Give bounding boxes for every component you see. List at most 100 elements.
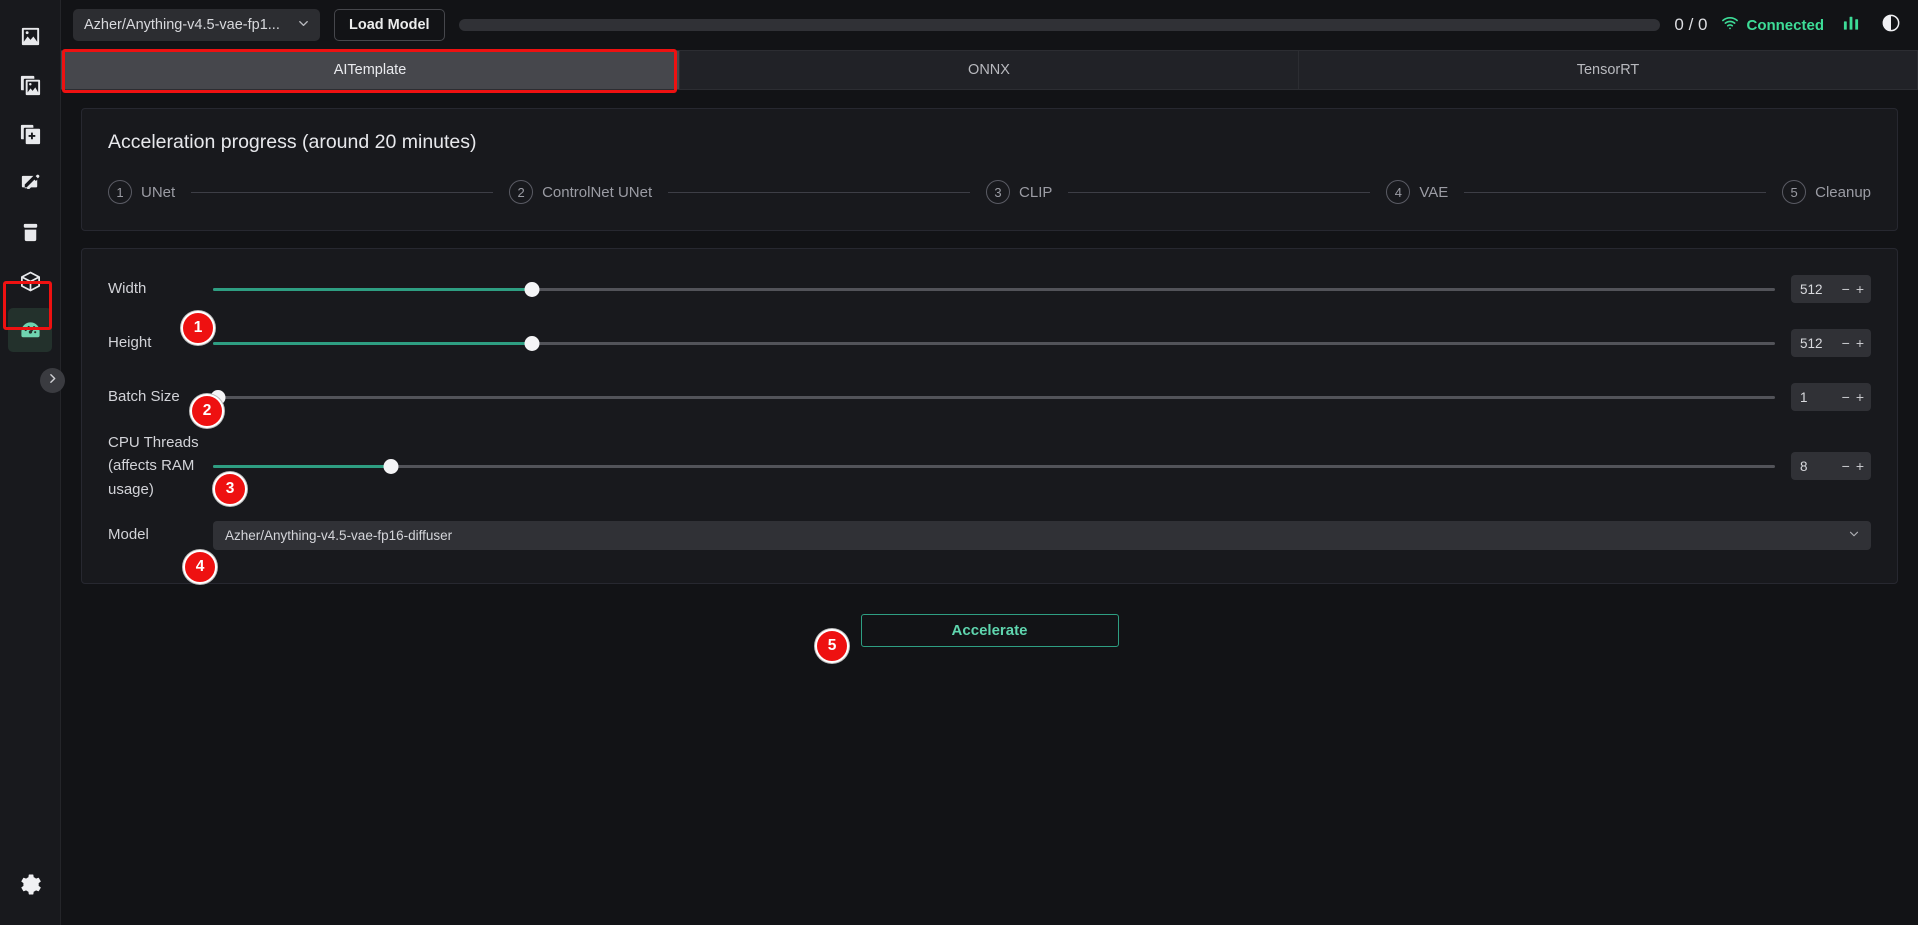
cpu-threads-steppers: − +	[1842, 458, 1864, 474]
step-label: UNet	[141, 183, 176, 201]
wifi-icon	[1721, 14, 1739, 36]
step-vae: 4 VAE	[1386, 180, 1448, 204]
tab-aitemplate[interactable]: AITemplate	[61, 51, 680, 89]
accelerate-button[interactable]: Accelerate	[860, 614, 1119, 647]
batch-size-label: Batch Size	[108, 388, 180, 406]
slider-fill	[213, 341, 532, 345]
slider-track	[213, 464, 1775, 468]
image-icon	[19, 25, 42, 48]
sidebar-item-models[interactable]	[8, 259, 52, 303]
sidebar-item-edit[interactable]	[8, 161, 52, 205]
step-connector	[191, 191, 494, 193]
step-number: 1	[108, 180, 132, 204]
progress-stepper: 1 UNet 2 ControlNet UNet 3 CLIP 4 VAE 5 …	[108, 180, 1871, 204]
step-label: ControlNet UNet	[542, 183, 653, 201]
row-width: Width 512 − +	[108, 273, 1871, 305]
sidebar-item-acceleration[interactable]	[8, 308, 52, 352]
contrast-icon	[1881, 13, 1901, 38]
cube-icon	[19, 270, 42, 293]
batch-size-decrement-button[interactable]: −	[1842, 389, 1850, 405]
height-slider[interactable]	[213, 333, 1775, 353]
width-numberbox[interactable]: 512 − +	[1791, 275, 1871, 303]
gallery-icon	[19, 74, 42, 97]
stats-button[interactable]	[1838, 12, 1864, 38]
step-unet: 1 UNet	[108, 180, 175, 204]
topbar: Azher/Anything-v4.5-vae-fp1... Load Mode…	[61, 0, 1918, 50]
connection-status-label: Connected	[1746, 16, 1824, 34]
row-batch-size: Batch Size 1 − +	[108, 381, 1871, 413]
accelerate-row: Accelerate	[81, 614, 1898, 647]
cpu-threads-decrement-button[interactable]: −	[1842, 458, 1850, 474]
step-connector	[668, 191, 971, 193]
model-dropdown[interactable]: Azher/Anything-v4.5-vae-fp16-diffuser	[213, 520, 1871, 550]
step-clip: 3 CLIP	[986, 180, 1052, 204]
tab-tensorrt[interactable]: TensorRT	[1299, 51, 1918, 89]
slider-fill	[213, 287, 532, 291]
width-increment-button[interactable]: +	[1856, 281, 1864, 297]
height-decrement-button[interactable]: −	[1842, 335, 1850, 351]
slider-thumb[interactable]	[524, 335, 540, 351]
progress-panel-title: Acceleration progress (around 20 minutes…	[108, 131, 477, 153]
step-label: Cleanup	[1815, 183, 1872, 201]
height-steppers: − +	[1842, 335, 1864, 351]
batch-size-increment-button[interactable]: +	[1856, 389, 1864, 405]
topbar-model-select[interactable]: Azher/Anything-v4.5-vae-fp1...	[73, 9, 320, 41]
cpu-threads-increment-button[interactable]: +	[1856, 458, 1864, 474]
slider-fill	[213, 464, 392, 468]
width-steppers: − +	[1842, 281, 1864, 297]
slider-track	[213, 395, 1775, 399]
topbar-model-value: Azher/Anything-v4.5-vae-fp1...	[84, 17, 280, 33]
step-connector	[1068, 191, 1371, 193]
step-number: 5	[1782, 180, 1807, 204]
step-connector	[1464, 191, 1767, 193]
global-progress-bar	[458, 19, 1661, 31]
cpu-threads-slider[interactable]	[213, 456, 1775, 476]
sidebar-collapse-toggle[interactable]	[40, 368, 65, 393]
gear-icon	[19, 873, 42, 896]
step-number: 3	[986, 180, 1011, 204]
height-increment-button[interactable]: +	[1856, 335, 1864, 351]
connection-status: Connected	[1721, 14, 1824, 36]
step-label: VAE	[1419, 183, 1449, 201]
sidebar-item-gallery[interactable]	[8, 63, 52, 107]
acceleration-progress-panel: Acceleration progress (around 20 minutes…	[81, 108, 1898, 231]
cpu-threads-numberbox[interactable]: 8 − +	[1791, 452, 1871, 480]
sidebar-item-archive[interactable]	[8, 210, 52, 254]
acceleration-settings-panel: Width 512 − + Height 512 − + Batch Size …	[81, 248, 1898, 584]
step-number: 4	[1386, 180, 1411, 204]
slider-thumb[interactable]	[524, 281, 540, 297]
step-controlnet-unet: 2 ControlNet UNet	[509, 180, 652, 204]
sidebar-item-settings[interactable]	[8, 862, 52, 906]
sidebar	[0, 0, 61, 925]
chevron-right-icon	[46, 372, 59, 390]
height-value: 512	[1800, 335, 1823, 351]
step-cleanup: 5 Cleanup	[1782, 180, 1871, 204]
slider-thumb[interactable]	[383, 458, 399, 474]
step-number: 2	[509, 180, 534, 204]
chevron-down-icon	[296, 16, 311, 35]
load-model-button[interactable]: Load Model	[334, 9, 445, 41]
cpu-threads-value: 8	[1800, 458, 1808, 474]
model-label: Model	[108, 526, 149, 544]
theme-toggle-button[interactable]	[1878, 12, 1904, 38]
main-area: Azher/Anything-v4.5-vae-fp1... Load Mode…	[61, 0, 1918, 925]
sidebar-item-image[interactable]	[8, 14, 52, 58]
step-label: CLIP	[1019, 183, 1053, 201]
model-dropdown-value: Azher/Anything-v4.5-vae-fp16-diffuser	[225, 527, 453, 543]
row-height: Height 512 − +	[108, 327, 1871, 359]
width-decrement-button[interactable]: −	[1842, 281, 1850, 297]
batch-size-steppers: − +	[1842, 389, 1864, 405]
acceleration-tabs: AITemplate ONNX TensorRT	[61, 49, 1918, 93]
batch-size-slider[interactable]	[210, 387, 1775, 407]
width-slider[interactable]	[213, 279, 1775, 299]
tab-onnx[interactable]: ONNX	[680, 51, 1299, 89]
edit-pencil-icon	[19, 172, 42, 195]
slider-thumb[interactable]	[210, 389, 226, 405]
bar-chart-icon	[1841, 13, 1861, 38]
gauge-icon	[19, 319, 42, 342]
width-value: 512	[1800, 281, 1823, 297]
batch-size-numberbox[interactable]: 1 − +	[1791, 383, 1871, 411]
batch-size-value: 1	[1800, 389, 1808, 405]
height-numberbox[interactable]: 512 − +	[1791, 329, 1871, 357]
sidebar-item-add-layer[interactable]	[8, 112, 52, 156]
